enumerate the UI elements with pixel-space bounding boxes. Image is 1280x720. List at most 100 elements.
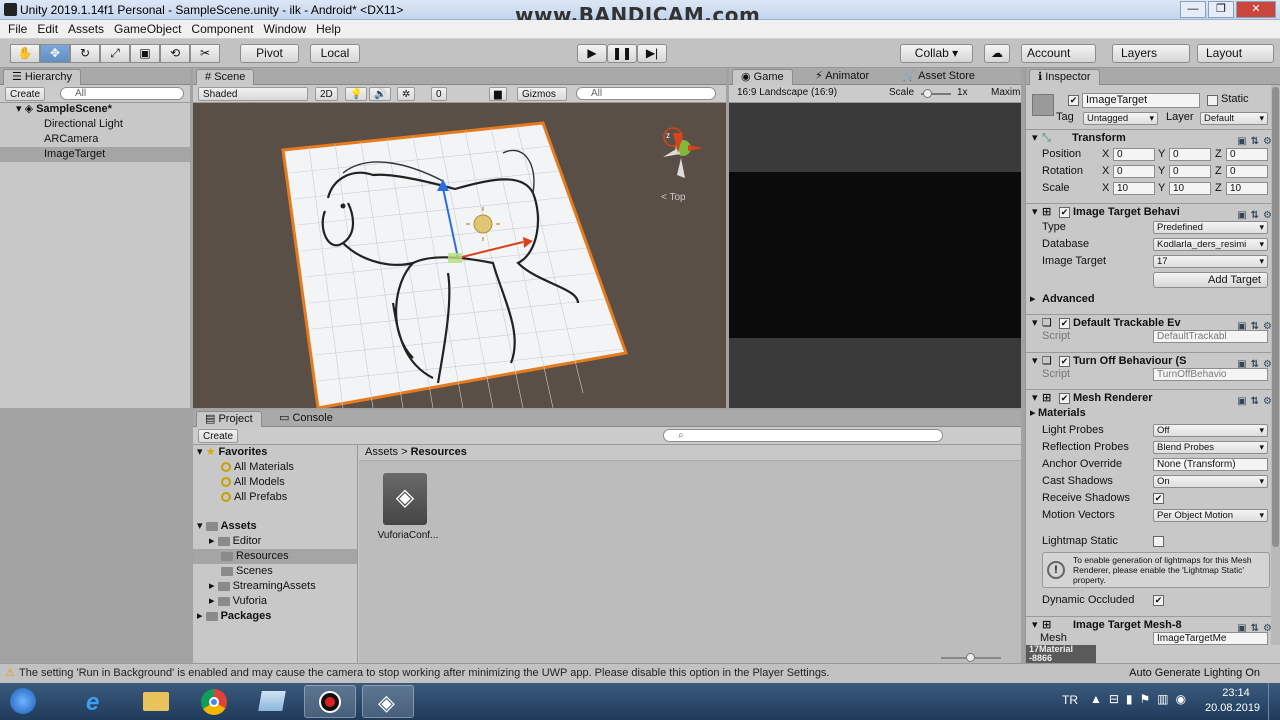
- dynamic-occluded-checkbox[interactable]: ✔: [1153, 595, 1164, 606]
- shading-mode-dropdown[interactable]: Shaded: [198, 87, 308, 101]
- menu-edit[interactable]: Edit: [32, 22, 63, 36]
- hierarchy-create-button[interactable]: Create: [5, 87, 46, 101]
- folder-streamingassets[interactable]: ▸ StreamingAssets: [193, 579, 357, 594]
- hierarchy-search-input[interactable]: All: [60, 87, 184, 100]
- hierarchy-item-imagetarget[interactable]: ImageTarget: [0, 147, 190, 162]
- tab-hierarchy[interactable]: ☰ Hierarchy: [3, 69, 81, 85]
- folder-editor[interactable]: ▸ Editor: [193, 534, 357, 549]
- breadcrumb-assets[interactable]: Assets: [365, 446, 398, 458]
- fav-all-materials[interactable]: All Materials: [193, 460, 357, 475]
- start-button[interactable]: [4, 685, 42, 718]
- folder-resources[interactable]: Resources: [193, 549, 357, 564]
- static-checkbox[interactable]: [1207, 95, 1218, 106]
- favorites-header[interactable]: ▾ ★ Favorites: [193, 445, 357, 460]
- type-dropdown[interactable]: Predefined: [1153, 221, 1268, 234]
- collab-button[interactable]: Collab ▾: [900, 44, 973, 63]
- menu-window[interactable]: Window: [258, 22, 311, 36]
- receive-shadows-checkbox[interactable]: ✔: [1153, 493, 1164, 504]
- object-name-field[interactable]: ImageTarget: [1082, 93, 1200, 108]
- tab-asset-store[interactable]: 🛒 Asset Store: [894, 69, 983, 85]
- menu-assets[interactable]: Assets: [63, 22, 109, 36]
- position-z[interactable]: 0: [1226, 148, 1268, 161]
- menu-gameobject[interactable]: GameObject: [109, 22, 186, 36]
- custom-tool-icon[interactable]: ✂: [190, 44, 220, 63]
- folder-vuforia[interactable]: ▸ Vuforia: [193, 594, 357, 609]
- position-x[interactable]: 0: [1113, 148, 1155, 161]
- maximize-button[interactable]: ❐: [1208, 1, 1234, 18]
- account-dropdown[interactable]: Account: [1021, 44, 1096, 63]
- database-dropdown[interactable]: Kodlarla_ders_resimi: [1153, 238, 1268, 251]
- tab-inspector[interactable]: ℹ Inspector: [1029, 69, 1100, 85]
- bandicam-icon[interactable]: [304, 685, 356, 718]
- local-toggle[interactable]: Local: [310, 44, 360, 63]
- tab-game[interactable]: ◉ Game: [732, 69, 793, 85]
- cast-shadows-dropdown[interactable]: On: [1153, 475, 1268, 488]
- status-message[interactable]: The setting 'Run in Background' is enabl…: [19, 664, 830, 683]
- gizmos-dropdown[interactable]: Gizmos: [517, 87, 567, 101]
- scale-tool-icon[interactable]: ⤢: [100, 44, 130, 63]
- maximize-on-play-toggle[interactable]: Maxim: [991, 87, 1020, 98]
- unity-taskbar-icon[interactable]: ◈: [362, 685, 414, 718]
- tray-icons[interactable]: ▲⊟▮⚑▥◉: [1090, 692, 1193, 706]
- hidden-count[interactable]: 0: [431, 87, 447, 101]
- rotation-z[interactable]: 0: [1226, 165, 1268, 178]
- mesh-field[interactable]: ImageTargetMe: [1153, 632, 1268, 645]
- folder-scenes[interactable]: Scenes: [193, 564, 357, 579]
- reflection-probes-dropdown[interactable]: Blend Probes: [1153, 441, 1268, 454]
- scene-root[interactable]: ▾ ◈ SampleScene*: [0, 102, 190, 117]
- packages-root[interactable]: ▸ Packages: [193, 609, 357, 624]
- pivot-toggle[interactable]: Pivot: [240, 44, 299, 63]
- scale-z[interactable]: 10: [1226, 182, 1268, 195]
- scale-x[interactable]: 10: [1113, 182, 1155, 195]
- project-search-input[interactable]: ⌕: [663, 429, 943, 442]
- hand-tool-icon[interactable]: ✋: [10, 44, 40, 63]
- inspector-scrollbar[interactable]: [1271, 85, 1280, 645]
- internet-explorer-icon[interactable]: e: [72, 685, 124, 718]
- layout-dropdown[interactable]: Layout: [1197, 44, 1274, 63]
- clock-time[interactable]: 23:14: [1213, 687, 1259, 699]
- scene-viewport[interactable]: z < Top: [193, 103, 726, 408]
- rect-tool-icon[interactable]: ▣: [130, 44, 160, 63]
- camera-settings-icon[interactable]: ▆: [489, 87, 507, 101]
- layer-dropdown[interactable]: Default: [1200, 112, 1268, 125]
- close-button[interactable]: ✕: [1236, 1, 1276, 18]
- image-target-dropdown[interactable]: 17: [1153, 255, 1268, 268]
- rotation-y[interactable]: 0: [1169, 165, 1211, 178]
- advanced-foldout[interactable]: ▸ Advanced: [1026, 291, 1280, 308]
- 2d-toggle[interactable]: 2D: [315, 87, 338, 101]
- mesh-renderer-enabled-checkbox[interactable]: ✔: [1059, 393, 1070, 404]
- play-button[interactable]: ▶: [577, 44, 607, 63]
- clock-date[interactable]: 20.08.2019: [1205, 702, 1260, 714]
- file-explorer-icon[interactable]: [130, 685, 182, 718]
- scale-slider[interactable]: [921, 89, 951, 98]
- effects-toggle-icon[interactable]: ✲: [397, 87, 416, 101]
- active-checkbox[interactable]: ✔: [1068, 95, 1079, 106]
- tab-project[interactable]: ▤ Project: [196, 411, 262, 427]
- tab-animator[interactable]: ⚡ Animator: [807, 69, 877, 85]
- asset-vuforia-config[interactable]: ◈ VuforiaConf...: [373, 473, 438, 548]
- fav-all-models[interactable]: All Models: [193, 475, 357, 490]
- add-target-button[interactable]: Add Target: [1153, 272, 1268, 288]
- anchor-override-field[interactable]: None (Transform): [1153, 458, 1268, 471]
- light-probes-dropdown[interactable]: Off: [1153, 424, 1268, 437]
- hierarchy-item-directional-light[interactable]: Directional Light: [0, 117, 190, 132]
- rotate-tool-icon[interactable]: ↻: [70, 44, 100, 63]
- project-create-button[interactable]: Create: [198, 429, 239, 443]
- audio-toggle-icon[interactable]: 🔊: [369, 87, 392, 101]
- image-target-enabled-checkbox[interactable]: ✔: [1059, 207, 1070, 218]
- language-indicator[interactable]: TR: [1062, 693, 1078, 707]
- pause-button[interactable]: ❚❚: [607, 44, 637, 63]
- menu-component[interactable]: Component: [186, 22, 258, 36]
- menu-help[interactable]: Help: [311, 22, 346, 36]
- cloud-icon[interactable]: ☁: [984, 44, 1010, 63]
- transform-tool-icon[interactable]: ⟲: [160, 44, 190, 63]
- scale-y[interactable]: 10: [1169, 182, 1211, 195]
- lightmap-static-checkbox[interactable]: [1153, 536, 1164, 547]
- menu-file[interactable]: File: [3, 22, 32, 36]
- materials-foldout[interactable]: ▸ Materials: [1026, 405, 1280, 422]
- move-tool-icon[interactable]: ✥: [40, 44, 70, 63]
- game-viewport[interactable]: [729, 103, 1021, 408]
- assets-root[interactable]: ▾ Assets: [193, 519, 357, 534]
- tab-scene[interactable]: # Scene: [196, 69, 255, 85]
- tab-console[interactable]: ▭ Console: [271, 411, 341, 427]
